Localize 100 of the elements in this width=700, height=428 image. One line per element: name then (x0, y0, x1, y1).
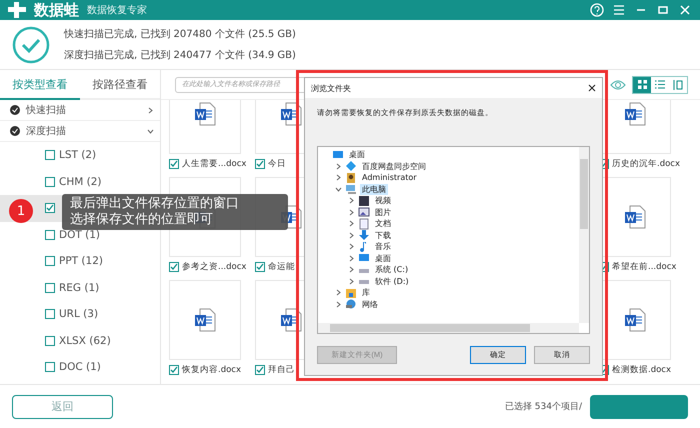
user-icon (345, 172, 357, 184)
chevron-right-icon[interactable] (348, 266, 355, 274)
file-name: 恢复内容.docx (182, 364, 242, 376)
library-folder-icon (345, 286, 357, 299)
chevron-right-icon[interactable] (348, 232, 355, 239)
file-name: 拜自己 (268, 364, 295, 376)
chevron-right-icon[interactable] (348, 278, 355, 285)
eye-icon[interactable] (610, 80, 626, 90)
scan-result-text: 深度扫描已完成, 已找到 240477 个文件 (34.9 GB) (64, 48, 296, 62)
checkbox[interactable] (169, 365, 179, 375)
folder-tree-item[interactable]: 音乐 (373, 241, 393, 252)
folder-tree-item[interactable]: 下载 (373, 230, 393, 241)
file-name: 命运能 (268, 261, 295, 273)
scan-category[interactable]: 深度扫描 (26, 124, 141, 138)
chevron-right-icon[interactable] (348, 254, 355, 262)
scrollbar-thumb[interactable] (330, 324, 530, 332)
folder-tree-item[interactable]: 网络 (360, 298, 380, 310)
checkbox[interactable] (255, 262, 265, 272)
checkbox[interactable] (255, 159, 265, 169)
columns-view-icon (673, 80, 683, 90)
word-document-icon (280, 102, 302, 126)
scrollbar-thumb[interactable] (580, 159, 588, 229)
word-document-icon (624, 102, 646, 126)
file-type-item[interactable]: XLSX (62) (59, 334, 111, 347)
file-type-item[interactable]: DOC (1) (59, 361, 101, 374)
view-tab[interactable]: 按类型查看 (0, 70, 80, 100)
file-name: 希望在前...docx (612, 261, 676, 273)
selection-status: 已选择 534个项目/ (504, 400, 582, 413)
file-name: 今日 (268, 158, 286, 170)
folder-tree-item[interactable]: Administrator (360, 173, 419, 182)
checkbox[interactable] (45, 150, 55, 160)
chevron-right-icon[interactable] (335, 289, 342, 296)
checkbox[interactable] (45, 336, 55, 346)
file-name: 人生需要...docx (182, 158, 246, 170)
word-document-icon (194, 308, 216, 332)
checkbox[interactable] (45, 282, 55, 293)
file-type-item[interactable]: CHM (2) (59, 176, 102, 188)
file-type-item[interactable]: PPT (12) (59, 255, 103, 268)
picture-icon (358, 206, 370, 218)
checkbox[interactable] (45, 176, 55, 187)
app-subtitle: 数据恢复专家 (87, 4, 148, 17)
scan-category[interactable]: 快速扫描 (26, 103, 141, 117)
file-type-item[interactable]: REG (1) (59, 282, 100, 294)
chevron-right-icon[interactable] (348, 220, 355, 228)
chevron-right-icon[interactable] (147, 106, 154, 114)
list-view-icon (655, 80, 665, 89)
checkbox[interactable] (169, 262, 179, 272)
folder-tree-item[interactable]: 视频 (373, 195, 393, 206)
file-type-item[interactable]: LST (2) (59, 149, 96, 162)
check-circle-icon[interactable] (10, 105, 20, 115)
checkbox[interactable] (169, 159, 179, 169)
word-document-icon (624, 205, 646, 229)
file-type-item[interactable]: DOT (1) (59, 228, 100, 241)
checkbox[interactable] (45, 203, 55, 214)
file-thumbnail[interactable] (169, 280, 241, 360)
chevron-right-icon[interactable] (348, 197, 355, 204)
chevron-right-icon[interactable] (348, 243, 355, 250)
close-icon[interactable] (588, 84, 596, 92)
cross-logo-icon (8, 2, 26, 18)
folder-tree-item[interactable]: 百度网盘同步空间 (360, 160, 428, 172)
menu-icon[interactable] (612, 3, 626, 17)
check-circle-icon[interactable] (10, 126, 20, 136)
folder-tree-item[interactable]: 文档 (373, 218, 393, 230)
chevron-right-icon[interactable] (335, 174, 342, 182)
checkbox[interactable] (45, 309, 55, 320)
help-icon[interactable] (590, 3, 604, 17)
chevron-down-icon[interactable] (335, 186, 342, 193)
file-type-item[interactable]: URL (3) (59, 308, 98, 320)
chevron-right-icon[interactable] (348, 208, 355, 216)
tooltip-text: 最后弹出文件保存位置的窗口 (70, 196, 240, 212)
tooltip-text: 选择保存文件的位置即可 (70, 212, 214, 228)
view-toggle-button[interactable] (633, 76, 651, 92)
view-tab[interactable]: 按路径查看 (80, 70, 160, 100)
file-name: 参考之资...docx (182, 261, 246, 273)
checkbox[interactable] (45, 256, 55, 266)
folder-tree-item[interactable]: 桌面 (347, 149, 367, 160)
word-document-icon (280, 308, 302, 332)
document-icon (358, 218, 370, 230)
folder-tree-item[interactable]: 桌面 (373, 252, 393, 264)
app-logo: 数据蛙 (34, 0, 79, 20)
file-name: 检测数据.docx (612, 364, 672, 376)
cloud-icon (345, 160, 357, 172)
film-icon (358, 194, 370, 207)
folder-tree-item[interactable]: 系统 (C:) (373, 264, 410, 276)
computer-icon (345, 183, 357, 196)
word-document-icon (194, 102, 216, 126)
checkbox[interactable] (45, 362, 55, 372)
chevron-right-icon[interactable] (335, 300, 342, 308)
checkbox[interactable] (45, 230, 55, 240)
recover-button[interactable] (590, 394, 688, 418)
folder-tree-item[interactable]: 此电脑 (360, 184, 388, 195)
chevron-down-icon[interactable] (147, 128, 154, 134)
folder-tree-item[interactable]: 图片 (373, 206, 393, 218)
check-circle-icon (12, 26, 50, 64)
folder-tree-item[interactable]: 库 (360, 287, 372, 298)
chevron-right-icon[interactable] (335, 162, 342, 170)
folder-tree-item[interactable]: 软件 (D:) (373, 276, 411, 287)
desktop-icon (332, 148, 344, 161)
word-document-icon (624, 308, 646, 332)
checkbox[interactable] (255, 365, 265, 375)
